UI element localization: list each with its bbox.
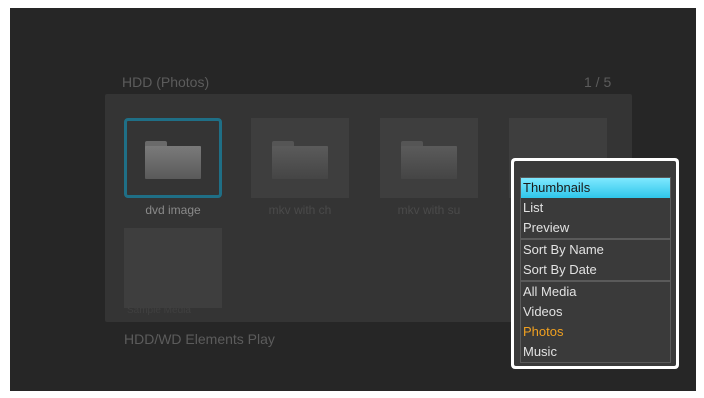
thumbnail-tile[interactable] [251,118,349,198]
folder-icon [272,141,328,179]
menu-item-preview[interactable]: Preview [521,218,670,238]
folder-icon [145,141,201,179]
media-player-screen: HDD (Photos) 1 / 5 dvd image mkv with ch… [10,8,696,391]
menu-item-photos[interactable]: Photos [521,322,670,342]
menu-item-list[interactable]: List [521,198,670,218]
menu-item-music[interactable]: Music [521,342,670,362]
menu-item-sort-by-date[interactable]: Sort By Date [521,260,670,280]
thumbnail-label: mkv with su [397,203,461,217]
thumbnail-tile[interactable] [124,118,222,198]
thumbnail-tile[interactable] [380,118,478,198]
page-title: HDD (Photos) [122,74,210,90]
menu-item-sort-by-name[interactable]: Sort By Name [521,240,670,260]
sort-group: Sort By Name Sort By Date [520,239,671,281]
thumbnail-label: Sample Media [127,305,191,316]
thumbnail-tile[interactable] [124,228,222,308]
view-mode-group: Thumbnails List Preview [520,177,671,239]
media-filter-group: All Media Videos Photos Music [520,281,671,363]
menu-panel: Thumbnails List Preview Sort By Name Sor… [514,161,676,366]
thumbnail-label: dvd image [145,203,201,217]
page-counter: 1 / 5 [584,74,612,90]
menu-item-thumbnails[interactable]: Thumbnails [521,178,670,198]
menu-item-videos[interactable]: Videos [521,302,670,322]
folder-icon [401,141,457,179]
thumbnail-label: mkv with ch [268,203,332,217]
view-options-menu: Thumbnails List Preview Sort By Name Sor… [511,158,679,369]
menu-item-all-media[interactable]: All Media [521,282,670,302]
device-name: HDD/WD Elements Play [124,331,275,347]
